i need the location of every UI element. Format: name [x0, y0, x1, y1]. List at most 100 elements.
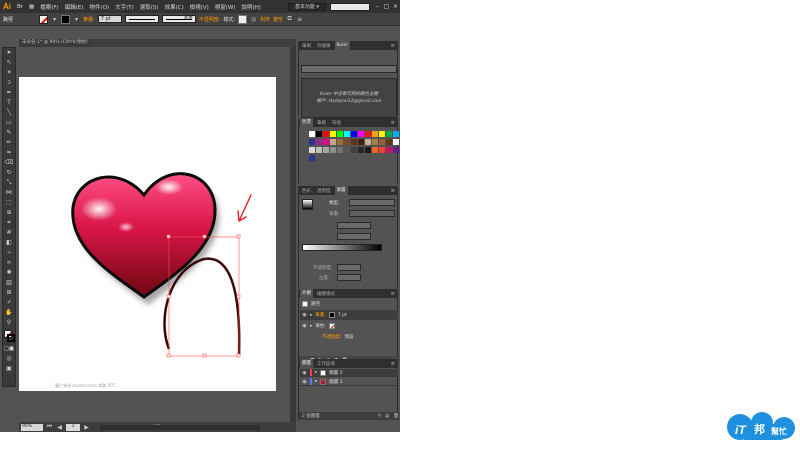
prev-page-icon[interactable]: ◀ [56, 424, 63, 431]
color-swatch[interactable] [372, 131, 378, 137]
page-number-field[interactable]: 1 [66, 423, 80, 431]
appearance-stroke-row[interactable]: ◉ ▸ 筆畫: 7 pt [300, 310, 398, 320]
color-swatch[interactable] [351, 139, 357, 145]
menu-view[interactable]: 檢視(V) [187, 3, 212, 11]
artboard-tool-icon[interactable]: ⊞ [3, 288, 15, 298]
visibility-eye-icon[interactable]: ◉ [302, 323, 307, 329]
color-swatch[interactable] [344, 147, 350, 153]
pen-tool-icon[interactable]: ✒ [3, 88, 15, 98]
lasso-tool-icon[interactable]: ↄ [3, 78, 15, 88]
color-mode-icon[interactable]: ◻◼ [3, 344, 15, 354]
new-layer-icon[interactable]: ▤ [385, 414, 389, 419]
tab-kuler[interactable]: Kuler [334, 41, 350, 50]
next-page-icon[interactable]: ▶ [83, 424, 90, 431]
tab-transparency[interactable]: 透明度 [315, 188, 333, 194]
color-swatch[interactable] [393, 131, 399, 137]
scale-tool-icon[interactable]: ⤡ [3, 178, 15, 188]
first-page-icon[interactable]: ⏮ [46, 423, 53, 431]
menu-effect[interactable]: 效果(C) [162, 3, 187, 11]
visibility-eye-icon[interactable]: ◉ [302, 370, 307, 376]
tab-brushes[interactable]: 筆刷 [300, 43, 313, 49]
appearance-fill-row[interactable]: ◉ ▸ 填色: [300, 321, 398, 331]
kuler-search-input[interactable] [301, 65, 397, 73]
panel-menu-icon[interactable]: ≡ [391, 291, 398, 297]
menu-help[interactable]: 說明(H) [239, 3, 264, 11]
menu-select[interactable]: 選取(S) [137, 3, 162, 11]
menu-type[interactable]: 文字(T) [112, 3, 137, 11]
color-swatch[interactable] [316, 147, 322, 153]
visibility-eye-icon[interactable]: ◉ [302, 379, 307, 385]
fill-none-swatch[interactable] [39, 14, 49, 24]
drawing-mode-icon[interactable]: ◎ [3, 354, 15, 364]
tab-appearance[interactable]: 外觀 [300, 289, 313, 298]
appearance-opacity-row[interactable]: 不透明度: 預設 [300, 332, 398, 342]
perspective-grid-tool-icon[interactable]: ⌗ [3, 218, 15, 228]
gradient-location-field[interactable] [337, 274, 361, 281]
chevron-right-icon[interactable]: ▸ [310, 313, 312, 318]
selection-tool-icon[interactable]: ➤ [3, 48, 15, 58]
document-tab[interactable]: 未命名-1* @ 90% (CMYK/預視) [19, 39, 91, 47]
gradient-angle-field[interactable] [337, 222, 371, 229]
color-swatch[interactable] [316, 139, 322, 145]
tab-brushes-2[interactable]: 筆刷 [315, 120, 328, 126]
zoom-tool-icon[interactable]: ⚲ [3, 318, 15, 328]
width-tool-icon[interactable]: ⋈ [3, 188, 15, 198]
color-swatch[interactable] [393, 139, 399, 145]
color-swatch[interactable] [323, 139, 329, 145]
opacity-label[interactable]: 不透明度: [199, 16, 221, 23]
eraser-tool-icon[interactable]: ⌫ [3, 158, 15, 168]
tab-color[interactable]: 色彩 [300, 188, 313, 194]
column-graph-tool-icon[interactable]: ▥ [3, 278, 15, 288]
chevron-down-icon[interactable]: ▾ [73, 16, 80, 23]
recolor-icon[interactable]: ◎ [250, 16, 257, 23]
color-swatch[interactable] [386, 147, 392, 153]
gradient-type-dropdown[interactable] [349, 199, 395, 206]
style-swatch[interactable] [238, 14, 248, 24]
color-swatch[interactable] [330, 139, 336, 145]
color-swatch[interactable] [330, 147, 336, 153]
maximize-icon[interactable]: □ [382, 3, 391, 10]
color-swatch[interactable] [316, 131, 322, 137]
variable-width-profile-dropdown[interactable] [124, 15, 159, 23]
rotate-tool-icon[interactable]: ↻ [3, 168, 15, 178]
panel-menu-icon[interactable]: ≡ [296, 16, 303, 23]
color-swatch[interactable] [393, 147, 399, 153]
color-swatch[interactable] [386, 131, 392, 137]
fill-stroke-widget[interactable] [3, 328, 15, 344]
chevron-right-icon[interactable]: ▸ [315, 370, 317, 375]
color-swatch[interactable] [309, 131, 315, 137]
brush-definition-dropdown[interactable]: 基本 [161, 15, 196, 23]
visibility-eye-icon[interactable]: ◉ [302, 312, 307, 318]
close-icon[interactable]: × [391, 3, 400, 10]
gradient-ramp[interactable] [302, 244, 382, 251]
tab-symbols[interactable]: 符號 [330, 120, 343, 126]
vertical-scrollbar[interactable] [290, 47, 296, 422]
menu-object[interactable]: 物件(O) [87, 3, 113, 11]
workspace-switcher[interactable]: 基本功能 ▾ [287, 2, 326, 11]
shape-builder-tool-icon[interactable]: ⊕ [3, 208, 15, 218]
panel-menu-icon[interactable]: ≡ [391, 188, 398, 194]
color-swatch[interactable] [337, 131, 343, 137]
color-swatch[interactable] [372, 147, 378, 153]
direct-selection-tool-icon[interactable]: ↖ [3, 58, 15, 68]
layer-row[interactable]: ◉ ▸ 圖層 2 [300, 369, 398, 377]
tab-swatches[interactable]: 色票 [300, 118, 313, 127]
color-swatch[interactable] [344, 131, 350, 137]
color-swatch[interactable] [358, 131, 364, 137]
color-swatch[interactable] [337, 139, 343, 145]
color-swatch[interactable] [323, 131, 329, 137]
gradient-stroke-options[interactable] [349, 210, 395, 217]
minimize-icon[interactable]: – [373, 3, 382, 10]
blend-tool-icon[interactable]: ∞ [3, 258, 15, 268]
chevron-right-icon[interactable]: ▸ [315, 379, 317, 384]
tab-symbols-lib[interactable]: 符號庫 [315, 43, 333, 49]
panel-menu-icon[interactable]: ≡ [391, 361, 398, 367]
panel-menu-icon[interactable]: ≡ [391, 43, 398, 49]
trash-icon[interactable]: 🗑 [393, 414, 399, 419]
color-swatch[interactable] [365, 131, 371, 137]
horizontal-scrollbar[interactable] [100, 425, 260, 430]
color-swatch[interactable] [337, 147, 343, 153]
color-swatch[interactable] [372, 139, 378, 145]
hand-tool-icon[interactable]: ✋ [3, 308, 15, 318]
isolate-icon[interactable]: ⧉ [286, 15, 293, 23]
